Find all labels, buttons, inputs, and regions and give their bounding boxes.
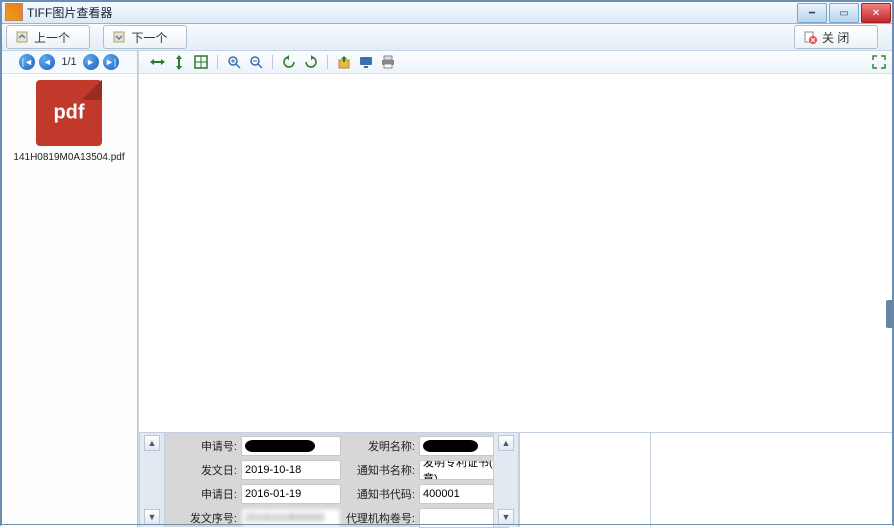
label-dispatch-seq: 发文序号: [169, 510, 237, 526]
zoom-out-icon[interactable] [248, 54, 264, 70]
metadata-form: 申请号: 发明名称: 发文日: 2019-10-18 通知书名称: 发明专利证书… [165, 433, 493, 527]
scroll-down-button[interactable]: ▼ [144, 509, 160, 525]
close-button[interactable]: 关 闭 [794, 25, 878, 49]
last-page-button[interactable]: ►| [103, 54, 119, 70]
display-icon[interactable] [358, 54, 374, 70]
page-nav-bar: |◄ ◄ 1/1 ► ►| [1, 51, 137, 74]
close-button-label: 关 闭 [822, 29, 849, 46]
window-controls: ━ ▭ ✕ [795, 3, 891, 21]
rotate-left-icon[interactable] [281, 54, 297, 70]
prev-button-label: 上一个 [34, 29, 70, 46]
label-dispatch-date: 发文日: [169, 462, 237, 478]
label-notice-code: 通知书代码: [345, 486, 415, 502]
form-left-scroll: ▲ ▼ [139, 433, 165, 527]
scroll-up-button-2[interactable]: ▲ [498, 435, 514, 451]
main-toolbar: 上一个 下一个 关 闭 [1, 24, 893, 51]
pdf-thumbnail[interactable]: pdf [36, 80, 102, 146]
page-down-icon [112, 30, 126, 44]
label-application-no: 申请号: [169, 438, 237, 454]
minimize-button[interactable]: ━ [797, 3, 827, 23]
first-page-button[interactable]: |◄ [19, 54, 35, 70]
viewer-toolbar [139, 51, 893, 74]
export-icon[interactable] [336, 54, 352, 70]
label-invention-name: 发明名称: [345, 438, 415, 454]
value-dispatch-date: 2019-10-18 [241, 460, 341, 480]
close-doc-icon [803, 30, 817, 44]
value-dispatch-seq: 2019101800000 [241, 508, 341, 528]
fit-width-icon[interactable] [149, 54, 165, 70]
page-up-icon [15, 30, 29, 44]
prev-page-button[interactable]: ◄ [39, 54, 55, 70]
next-button-label: 下一个 [131, 29, 167, 46]
form-right-scroll: ▲ ▼ [493, 433, 519, 527]
prev-button[interactable]: 上一个 [6, 25, 90, 49]
titlebar: TIFF图片查看器 ━ ▭ ✕ [1, 1, 893, 24]
zoom-in-icon[interactable] [226, 54, 242, 70]
fullscreen-icon[interactable] [871, 54, 887, 70]
document-viewport[interactable] [139, 74, 893, 432]
next-button[interactable]: 下一个 [103, 25, 187, 49]
app-icon [5, 3, 23, 21]
thumbnail-panel: |◄ ◄ 1/1 ► ►| pdf 141H0819M0A13504.pdf [1, 51, 138, 527]
window-close-button[interactable]: ✕ [861, 3, 891, 23]
value-application-no [241, 436, 341, 456]
maximize-button[interactable]: ▭ [829, 3, 859, 23]
label-agency-reg-no: 代理机构卷号: [345, 510, 415, 526]
thumbnail-area: pdf 141H0819M0A13504.pdf [1, 74, 137, 527]
scroll-up-button[interactable]: ▲ [144, 435, 160, 451]
fit-height-icon[interactable] [171, 54, 187, 70]
metadata-panel: ▲ ▼ 申请号: 发明名称: 发文日: 2019-10-18 通知书名称: 发明… [139, 432, 893, 527]
label-application-date: 申请日: [169, 486, 237, 502]
metadata-pane-a [519, 433, 650, 527]
next-page-button[interactable]: ► [83, 54, 99, 70]
label-notice-name: 通知书名称: [345, 462, 415, 478]
window-title: TIFF图片查看器 [27, 4, 795, 21]
scroll-down-button-2[interactable]: ▼ [498, 509, 514, 525]
actual-size-icon[interactable] [193, 54, 209, 70]
side-panel-handle[interactable] [886, 300, 894, 328]
viewer-window: TIFF图片查看器 ━ ▭ ✕ 上一个 下一个 [0, 0, 894, 526]
thumbnail-filename: 141H0819M0A13504.pdf [1, 152, 137, 163]
viewer-panel: ▲ ▼ 申请号: 发明名称: 发文日: 2019-10-18 通知书名称: 发明… [138, 51, 893, 527]
value-application-date: 2016-01-19 [241, 484, 341, 504]
pdf-badge: pdf [36, 102, 102, 125]
rotate-right-icon[interactable] [303, 54, 319, 70]
page-indicator: 1/1 [61, 56, 76, 68]
metadata-pane-b [650, 433, 893, 527]
content-area: |◄ ◄ 1/1 ► ►| pdf 141H0819M0A13504.pdf [1, 51, 893, 527]
print-icon[interactable] [380, 54, 396, 70]
